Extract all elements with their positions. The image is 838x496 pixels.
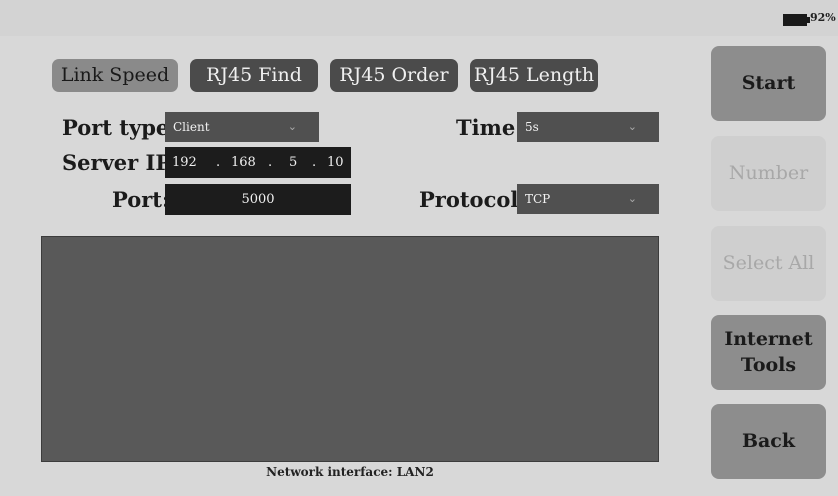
internet-tools-button[interactable]: Internet Tools: [711, 315, 826, 390]
battery-icon: [783, 14, 810, 26]
port-type-select[interactable]: Client ⌄: [165, 112, 319, 142]
back-button[interactable]: Back: [711, 404, 826, 479]
tab-rj45-find[interactable]: RJ45 Find: [190, 59, 318, 92]
protocol-value: TCP: [525, 192, 551, 206]
start-button[interactable]: Start: [711, 46, 826, 121]
ip-octet-1[interactable]: 192: [172, 147, 197, 178]
port-input[interactable]: 5000: [165, 184, 351, 215]
time-label: Time:: [456, 115, 523, 140]
chevron-down-icon: ⌄: [627, 192, 637, 205]
battery-percent: 92%: [810, 11, 836, 24]
port-label: Port:: [112, 187, 170, 212]
tab-rj45-length[interactable]: RJ45 Length: [470, 59, 598, 92]
ip-dot: .: [268, 155, 273, 170]
ip-octet-4[interactable]: 10: [327, 147, 344, 178]
ip-dot: .: [216, 155, 221, 170]
protocol-label: Protocol:: [419, 187, 527, 212]
screen: 92% Link Speed RJ45 Find RJ45 Order RJ45…: [0, 0, 838, 496]
ip-octet-3[interactable]: 5: [289, 147, 297, 178]
chevron-down-icon: ⌄: [627, 120, 637, 133]
time-value: 5s: [525, 120, 539, 134]
chevron-down-icon: ⌄: [287, 120, 297, 133]
protocol-select[interactable]: TCP ⌄: [517, 184, 659, 214]
select-all-button[interactable]: Select All: [711, 226, 826, 301]
status-bar: 92%: [0, 0, 838, 36]
port-type-value: Client: [173, 120, 210, 134]
server-ip-label: Server IP:: [62, 150, 179, 175]
time-select[interactable]: 5s ⌄: [517, 112, 659, 142]
ip-dot: .: [312, 155, 317, 170]
output-log-panel: [41, 236, 659, 462]
tab-rj45-order[interactable]: RJ45 Order: [330, 59, 458, 92]
ip-octet-2[interactable]: 168: [231, 147, 256, 178]
port-type-label: Port type:: [62, 115, 178, 140]
server-ip-input[interactable]: 192 . 168 . 5 . 10: [165, 147, 351, 178]
network-interface-label: Network interface: LAN2: [266, 465, 434, 479]
tab-link-speed[interactable]: Link Speed: [52, 59, 178, 92]
number-button[interactable]: Number: [711, 136, 826, 211]
